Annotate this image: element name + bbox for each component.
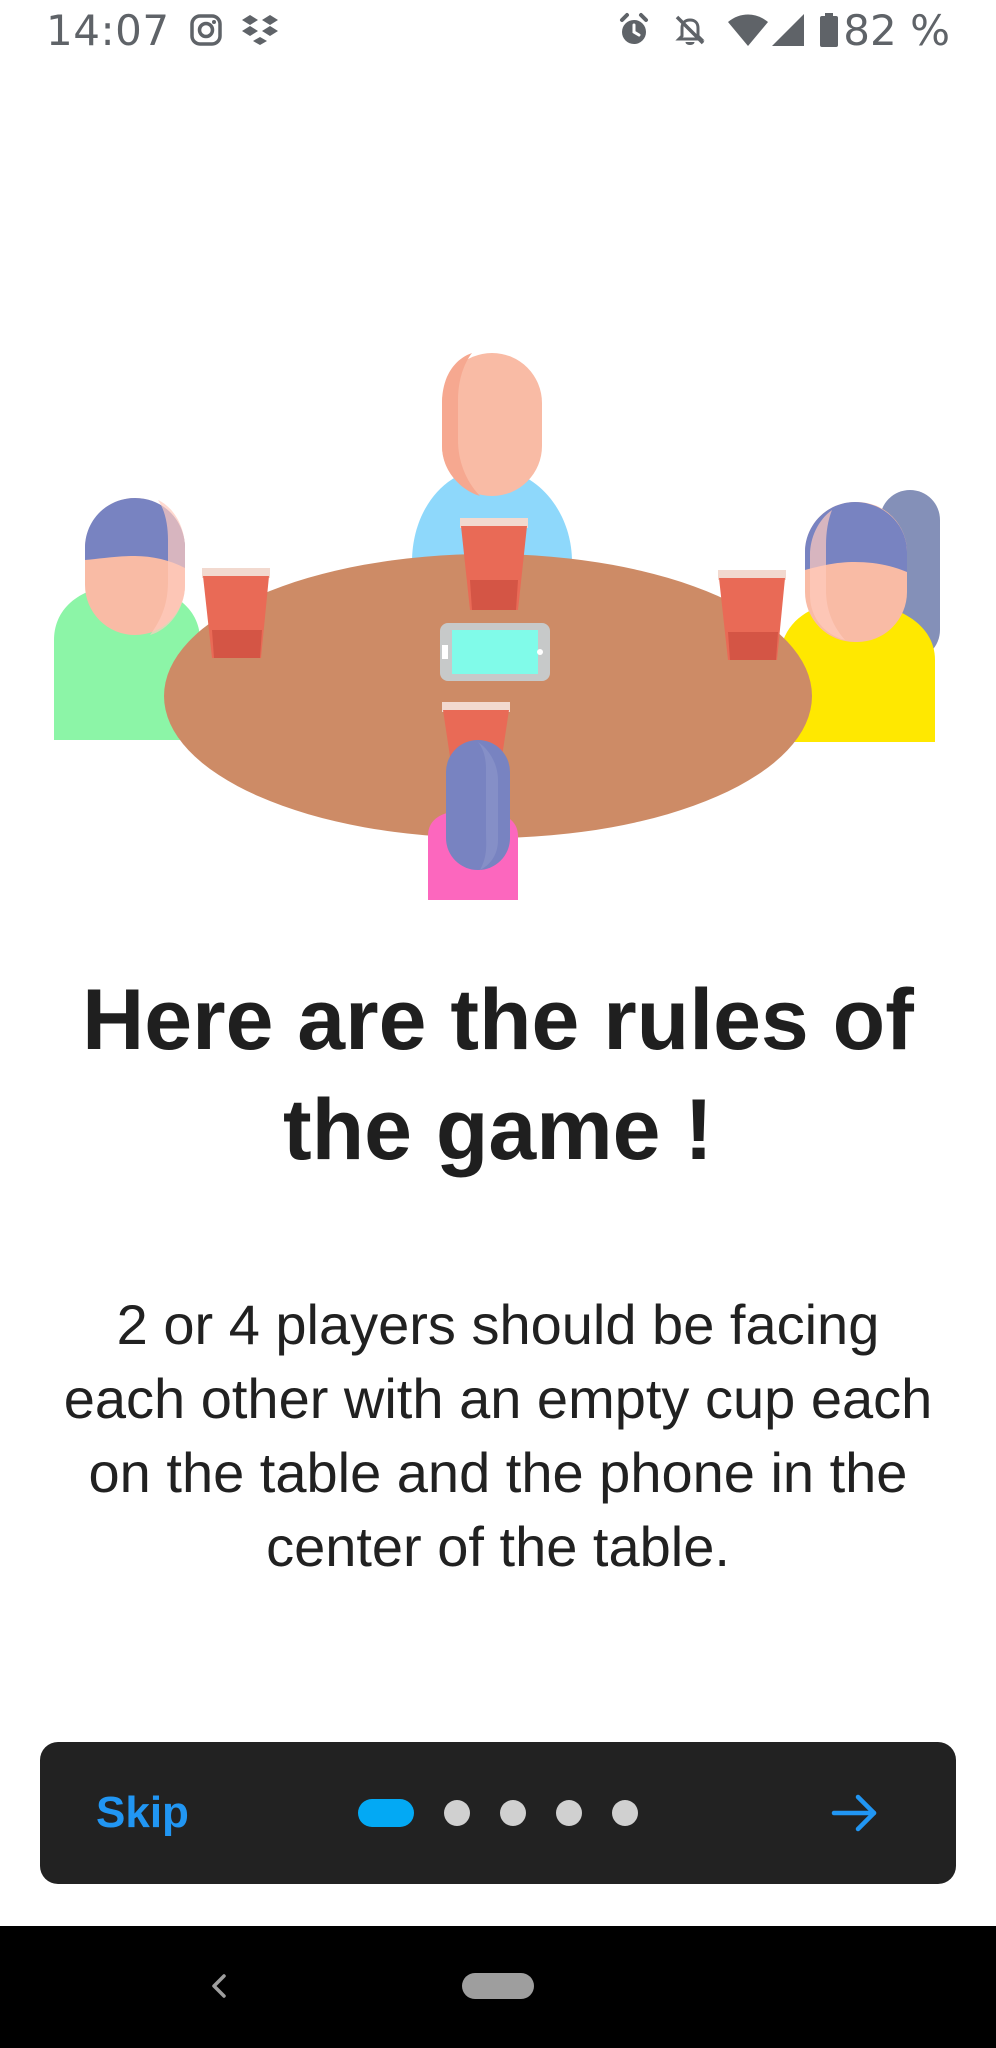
page-indicator	[358, 1799, 668, 1827]
rules-description: 2 or 4 players should be facing each oth…	[63, 1293, 933, 1578]
instagram-icon	[190, 14, 222, 46]
page-dot-1[interactable]	[358, 1799, 414, 1827]
cup-right	[718, 570, 786, 660]
cup-left	[202, 568, 270, 658]
players-table-illustration	[54, 353, 940, 900]
dropbox-icon	[242, 15, 278, 45]
battery-icon	[820, 13, 838, 47]
signal-icon	[772, 14, 804, 46]
battery-percent: 82 %	[843, 6, 950, 55]
page-dot-2[interactable]	[444, 1800, 470, 1826]
status-bar: 14:07 82 %	[0, 0, 996, 66]
skip-button[interactable]: Skip	[96, 1780, 189, 1846]
home-pill[interactable]	[462, 1973, 534, 1999]
arrow-right-icon	[831, 1794, 877, 1832]
back-chevron-icon[interactable]	[200, 1966, 240, 2006]
next-button[interactable]	[824, 1782, 886, 1844]
wifi-icon	[728, 14, 768, 46]
page-dot-4[interactable]	[556, 1800, 582, 1826]
alarm-icon	[620, 13, 648, 44]
page-title: Here are the rules of the game !	[82, 972, 914, 1178]
onboarding-screen: 14:07 82 % Here are the rules of the gam…	[0, 0, 996, 2048]
notifications-off-icon	[675, 15, 705, 45]
page-dot-3[interactable]	[500, 1800, 526, 1826]
onboarding-nav-panel: Skip	[40, 1742, 956, 1884]
page-dot-5[interactable]	[612, 1800, 638, 1826]
cup-top	[460, 518, 528, 610]
phone	[440, 623, 550, 681]
status-time: 14:07	[46, 6, 170, 55]
system-navigation-bar	[0, 1926, 996, 2048]
